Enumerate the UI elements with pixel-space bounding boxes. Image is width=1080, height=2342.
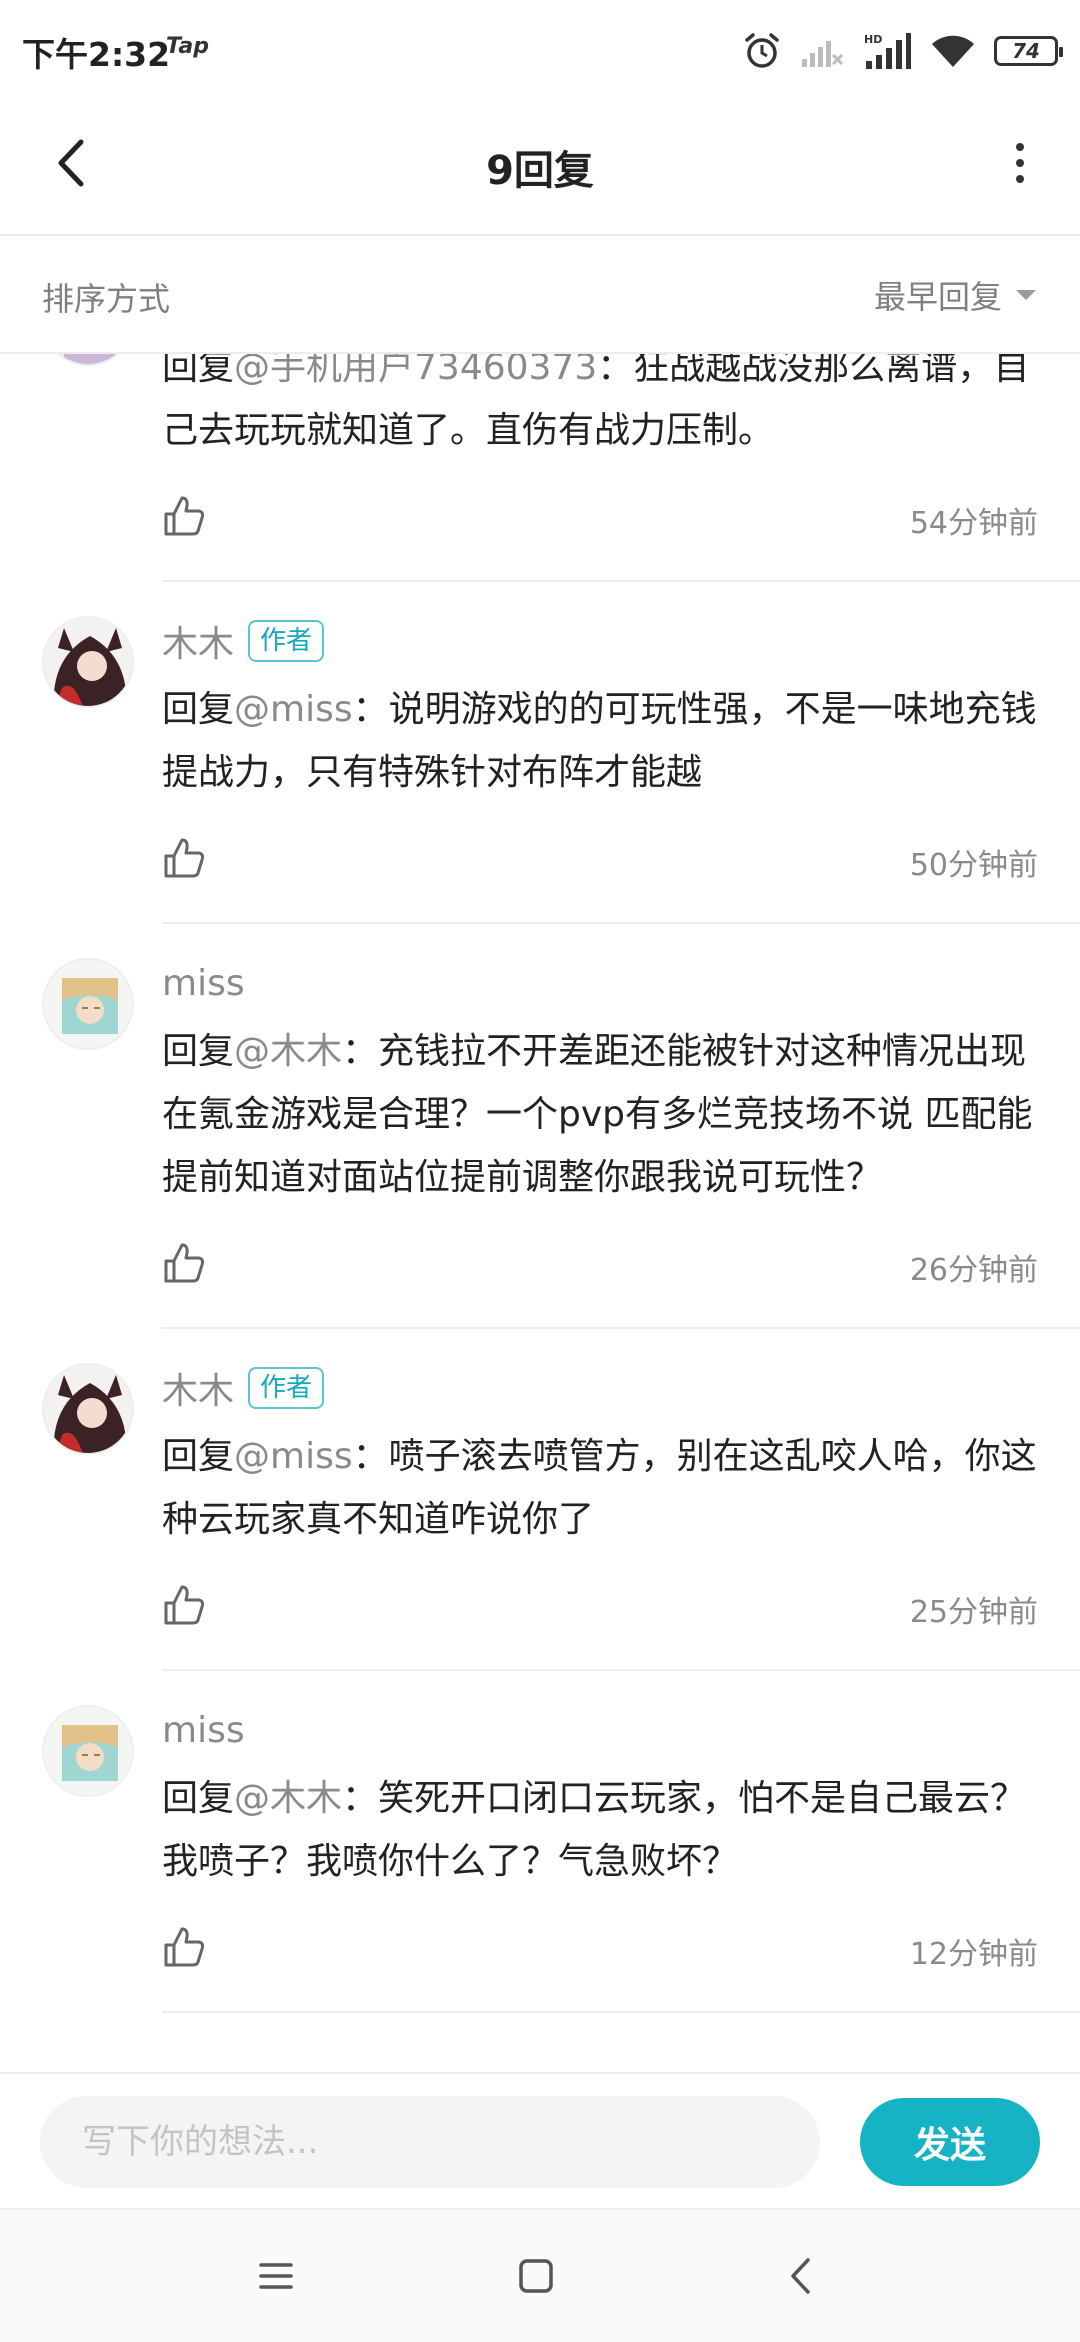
menu-icon (259, 2263, 293, 2289)
reply-prefix: 回复 (162, 1031, 235, 1072)
avatar[interactable] (42, 958, 134, 1050)
reply-prefix: 回复 (162, 352, 235, 388)
reply-item: miss 回复@木木：笑死开口闭口云玩家，怕不是自己最云？我喷子？我喷你什么了？… (0, 1671, 1080, 2013)
sort-bar: 排序方式 最早回复 (0, 236, 1080, 354)
alarm-icon (745, 33, 779, 68)
reply-text[interactable]: 回复@miss：喷子滚去喷管方，别在这乱咬人哈，你这种云玩家真不知道咋说你了 (162, 1425, 1038, 1551)
home-square-icon (519, 2259, 553, 2293)
nav-home-button[interactable] (506, 2246, 566, 2306)
signal-off-icon (802, 41, 844, 67)
reply-item: 木木 作者 回复@miss：说明游戏的的可玩性强，不是一味地充钱提战力，只有特殊… (0, 582, 1080, 924)
reply-prefix: 回复 (162, 689, 235, 730)
thumbs-up-icon[interactable] (162, 1241, 206, 1285)
reply-footer: 54分钟前 (162, 486, 1038, 556)
username[interactable]: miss (162, 1710, 245, 1751)
avatar[interactable] (42, 352, 134, 366)
nav-menu-button[interactable] (246, 2246, 306, 2306)
comment-input-bar: 发送 (0, 2072, 1080, 2208)
thumbs-up-icon[interactable] (162, 836, 206, 880)
battery-level: 74 (1012, 39, 1040, 63)
reply-time: 54分钟前 (909, 506, 1038, 541)
mention-link[interactable]: @木木 (234, 1778, 342, 1819)
wifi-icon (932, 35, 974, 67)
sort-label: 排序方式 (42, 280, 171, 318)
reply-list-content: 回复@手机用户73460373：狂战越战没那么离谱，自己去玩玩就知道了。直伤有战… (0, 352, 1080, 2013)
status-time: 下午2:32 (22, 35, 171, 74)
nav-back-button[interactable] (770, 2246, 830, 2306)
reply-prefix: 回复 (162, 1778, 235, 1819)
battery-icon: 74 (994, 36, 1063, 66)
reply-user-row: 木木 作者 (162, 1363, 1038, 1413)
page-title: 9回复 (486, 148, 594, 194)
reply-list[interactable]: 回复@手机用户73460373：狂战越战没那么离谱，自己去玩玩就知道了。直伤有战… (0, 352, 1080, 2072)
status-bar: 下午2:32 Tap HD 74 (0, 0, 1080, 100)
send-button[interactable]: 发送 (860, 2098, 1040, 2186)
system-nav-bar (0, 2208, 1080, 2342)
reply-user-row: miss (162, 1705, 1038, 1755)
divider (162, 2011, 1080, 2013)
reply-time: 50分钟前 (909, 848, 1038, 883)
reply-body: 木木 作者 回复@miss：说明游戏的的可玩性强，不是一味地充钱提战力，只有特殊… (162, 582, 1038, 898)
reply-footer: 12分钟前 (162, 1917, 1038, 1987)
author-badge: 作者 (248, 1367, 325, 1409)
reply-text[interactable]: 回复@手机用户73460373：狂战越战没那么离谱，自己去玩玩就知道了。直伤有战… (162, 352, 1038, 462)
more-vertical-icon (1016, 143, 1024, 183)
reply-footer: 26分钟前 (162, 1233, 1038, 1303)
reply-body: miss 回复@木木：充钱拉不开差距还能被针对这种情况出现在氪金游戏是合理？一个… (162, 924, 1038, 1303)
sort-selected-value: 最早回复 (873, 278, 1002, 316)
thumbs-up-icon[interactable] (162, 1583, 206, 1627)
avatar[interactable] (42, 1363, 134, 1455)
avatar[interactable] (42, 616, 134, 708)
reply-body: 木木 作者 回复@miss：喷子滚去喷管方，别在这乱咬人哈，你这种云玩家真不知道… (162, 1329, 1038, 1645)
reply-text[interactable]: 回复@miss：说明游戏的的可玩性强，不是一味地充钱提战力，只有特殊针对布阵才能… (162, 678, 1038, 804)
thumbs-up-icon[interactable] (162, 494, 206, 538)
mention-link[interactable]: @miss (234, 689, 353, 730)
dropdown-triangle-icon (1016, 290, 1036, 300)
reply-time: 12分钟前 (909, 1937, 1038, 1972)
reply-footer: 50分钟前 (162, 828, 1038, 898)
thumbs-up-icon[interactable] (162, 1925, 206, 1969)
hd-signal-icon: HD (864, 33, 911, 69)
mention-link[interactable]: @木木 (234, 1031, 342, 1072)
sort-dropdown[interactable]: 最早回复 (874, 272, 1038, 318)
reply-text[interactable]: 回复@木木：充钱拉不开差距还能被针对这种情况出现在氪金游戏是合理？一个pvp有多… (162, 1020, 1038, 1209)
reply-item: 回复@手机用户73460373：狂战越战没那么离谱，自己去玩玩就知道了。直伤有战… (0, 352, 1080, 582)
status-tap-label: Tap (166, 34, 209, 59)
reply-footer: 25分钟前 (162, 1575, 1038, 1645)
reply-body: 回复@手机用户73460373：狂战越战没那么离谱，自己去玩玩就知道了。直伤有战… (162, 352, 1038, 556)
reply-body: miss 回复@木木：笑死开口闭口云玩家，怕不是自己最云？我喷子？我喷你什么了？… (162, 1671, 1038, 1987)
author-badge: 作者 (248, 620, 325, 662)
reply-item: 木木 作者 回复@miss：喷子滚去喷管方，别在这乱咬人哈，你这种云玩家真不知道… (0, 1329, 1080, 1671)
reply-user-row: miss (162, 958, 1038, 1008)
reply-time: 25分钟前 (909, 1595, 1038, 1630)
back-triangle-icon (791, 2258, 810, 2294)
mention-link[interactable]: @手机用户73460373 (234, 352, 597, 388)
reply-time: 26分钟前 (909, 1253, 1038, 1288)
reply-prefix: 回复 (162, 1436, 235, 1477)
header: 9回复 (0, 100, 1080, 236)
reply-text[interactable]: 回复@木木：笑死开口闭口云玩家，怕不是自己最云？我喷子？我喷你什么了？气急败坏？ (162, 1767, 1038, 1893)
username[interactable]: 木木 (162, 1362, 234, 1414)
reply-user-row: 木木 作者 (162, 616, 1038, 666)
username[interactable]: 木木 (162, 615, 234, 667)
comment-input[interactable] (40, 2096, 820, 2188)
username[interactable]: miss (162, 963, 245, 1004)
more-options-button[interactable] (990, 128, 1050, 198)
mention-link[interactable]: @miss (234, 1436, 353, 1477)
avatar[interactable] (42, 1705, 134, 1797)
svg-text:HD: HD (864, 33, 882, 46)
reply-item: miss 回复@木木：充钱拉不开差距还能被针对这种情况出现在氪金游戏是合理？一个… (0, 924, 1080, 1329)
status-icons: HD 74 (742, 26, 1063, 76)
